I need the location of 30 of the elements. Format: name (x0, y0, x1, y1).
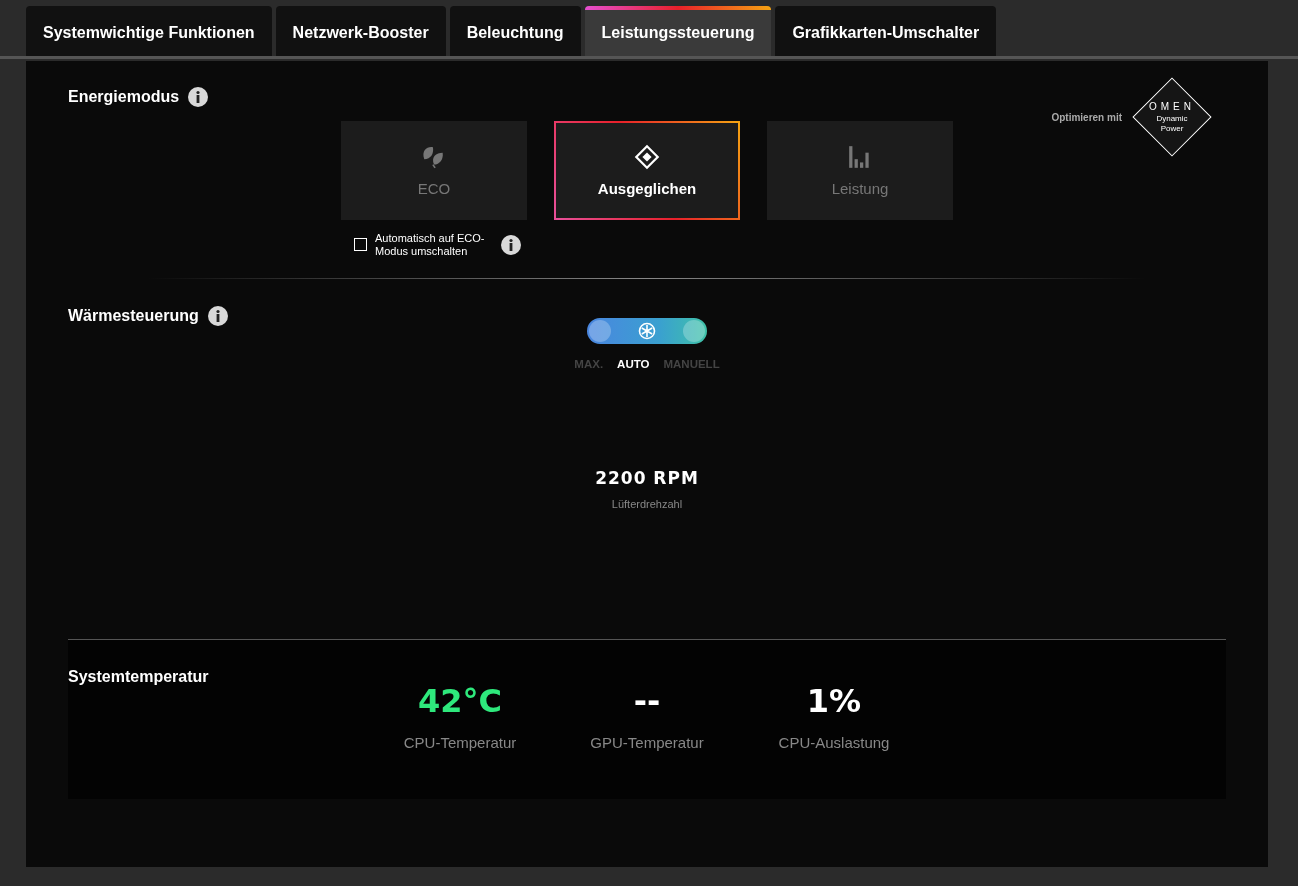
diamond-icon (634, 144, 660, 170)
stat-value: 1% (806, 682, 862, 723)
fan-speed-label: Lüfterdrehzahl (611, 498, 683, 511)
section-title: Systemtemperatur (68, 668, 209, 687)
section-title: Wärmesteuerung (68, 307, 199, 326)
stat-value: -- (633, 682, 661, 723)
mode-button[interactable]: ECO (341, 121, 527, 220)
tab[interactable]: Netzwerk-Booster (275, 6, 446, 56)
checkbox[interactable] (354, 238, 367, 252)
stat-label: CPU-Temperatur (403, 734, 517, 752)
section-title: Energiemodus (68, 88, 180, 106)
fan-speed-value: 2200 RPM (595, 468, 699, 489)
tab[interactable]: Systemwichtige Funktionen (26, 6, 272, 56)
mode-label[interactable]: AUTO (617, 358, 650, 371)
snowflake-icon (638, 322, 656, 341)
fan-mode-toggle[interactable] (587, 318, 707, 345)
tab[interactable]: Grafikkarten-Umschalter (775, 6, 997, 56)
checkbox-label: Automatisch auf ECO-Modus umschalten (375, 232, 486, 258)
info-icon (207, 306, 228, 327)
stat-label: CPU-Auslastung (778, 734, 890, 752)
info-icon (188, 87, 209, 107)
mode-button[interactable]: Leistung (767, 121, 953, 220)
mode-button[interactable]: Ausgeglichen (554, 121, 740, 220)
stat-value: 42°C (418, 682, 502, 723)
dynamic-power-logo[interactable]: OMEN Dynamic Power (1132, 77, 1212, 157)
optimize-label: Optimieren mit (1051, 111, 1122, 123)
stat-label: GPU-Temperatur (590, 734, 704, 752)
info-icon (501, 234, 521, 255)
tab[interactable]: Beleuchtung (449, 6, 581, 56)
tab[interactable]: Leistungssteuerung (584, 6, 772, 56)
